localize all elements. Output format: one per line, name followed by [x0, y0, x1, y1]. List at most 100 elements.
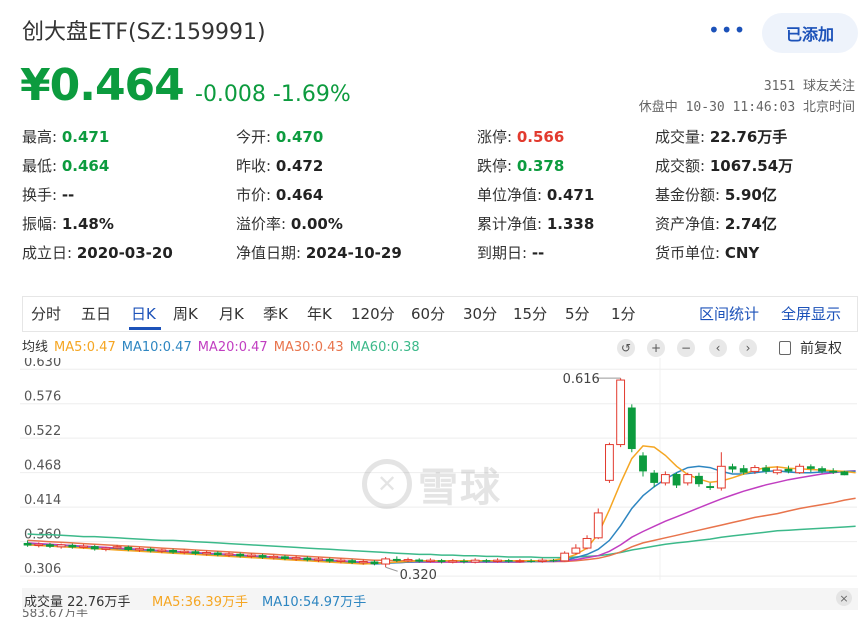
close-icon[interactable]: ×	[836, 590, 852, 606]
candle-body	[582, 537, 592, 549]
candle-body	[325, 558, 334, 562]
stat-value: 1.338	[546, 215, 595, 233]
tab-2[interactable]: 日K	[131, 303, 156, 324]
candle-body	[515, 560, 525, 563]
candle-body	[303, 557, 312, 561]
reset-icon[interactable]: ↺	[617, 339, 635, 357]
low-marker-line	[385, 566, 398, 572]
stat-item: 跌停: 0.378	[477, 155, 564, 176]
stat-value: --	[61, 186, 75, 204]
stat-value: 0.470	[275, 128, 324, 146]
more-options-icon[interactable]: •••	[708, 18, 746, 42]
tab-0[interactable]: 分时	[31, 303, 61, 324]
candle-body	[460, 560, 468, 563]
candle-body	[840, 471, 849, 476]
candle-body	[818, 468, 826, 472]
stock-title: 创大盘ETF(SZ:159991)	[22, 20, 266, 45]
range-stats-button[interactable]: 区间统计	[699, 303, 759, 324]
ma-legend-item: MA30:0.43	[273, 340, 344, 355]
candle-body	[46, 544, 54, 547]
candle-body	[68, 544, 77, 548]
tab-12[interactable]: 1分	[611, 303, 636, 324]
candle-body	[784, 468, 793, 472]
period-tabbar: 分时 五日 日K 周K 月K 季K 年K 120分 60分 30分 15分 5分 1分 区间统计 全屏显示	[22, 296, 858, 332]
ma-legend-item: 均线	[22, 340, 49, 355]
stat-value: 2024-10-29	[305, 244, 402, 262]
candle-body	[258, 555, 267, 558]
stat-item: 成立日: 2020-03-20	[22, 242, 173, 263]
stat-item: 最高: 0.471	[22, 126, 109, 147]
candle-body	[269, 555, 279, 559]
ma-legend-item: MA5:0.47	[54, 340, 116, 355]
stat-item: 成交量: 22.76万手	[655, 126, 787, 147]
tab-3[interactable]: 周K	[173, 303, 198, 324]
stat-label: 资产净值:	[655, 215, 725, 233]
stat-item: 溢价率: 0.00%	[236, 213, 343, 234]
candle-body	[537, 559, 547, 562]
added-button[interactable]: 已添加	[762, 13, 858, 53]
stat-value: 1.48%	[61, 215, 114, 233]
y-tick-label: 0.468	[24, 459, 61, 474]
tab-9[interactable]: 30分	[463, 303, 497, 324]
candle-body	[706, 486, 715, 489]
candle-body	[224, 553, 234, 556]
candle-body	[236, 553, 245, 557]
pan-left-icon[interactable]: ‹	[709, 339, 727, 357]
candle-body	[639, 455, 647, 472]
tab-5[interactable]: 季K	[263, 303, 288, 324]
adjust-label[interactable]: 前复权	[800, 338, 842, 358]
stat-label: 今开:	[236, 128, 276, 146]
candle-body	[762, 467, 770, 472]
stat-label: 成交量:	[655, 128, 710, 146]
ma-legend-item: MA60:0.38	[349, 340, 420, 355]
tab-10[interactable]: 15分	[513, 303, 547, 324]
candle-body	[829, 470, 838, 473]
stat-label: 成立日:	[22, 244, 77, 262]
stat-item: 单位净值: 0.471	[477, 184, 594, 205]
candle-body	[281, 556, 289, 559]
candle-body	[90, 546, 99, 550]
volume-max-label: 583.67万手	[22, 609, 88, 617]
candle-body	[179, 550, 189, 554]
adjust-checkbox[interactable]	[779, 341, 791, 355]
fullscreen-button[interactable]: 全屏显示	[781, 303, 841, 324]
change-value: -0.008	[195, 82, 266, 107]
volume-legend-item: MA5:36.39万手	[152, 595, 248, 610]
candle-body	[246, 554, 256, 557]
stat-value: 0.464	[61, 157, 110, 175]
candle-body	[504, 560, 513, 562]
stat-item: 涨停: 0.566	[477, 126, 564, 147]
tab-7[interactable]: 120分	[351, 303, 395, 324]
candle-body	[146, 548, 155, 552]
stat-value: 0.471	[61, 128, 110, 146]
followers-count[interactable]: 3151 球友关注	[764, 75, 855, 94]
pan-right-icon[interactable]: ›	[739, 339, 757, 357]
candle-body	[605, 444, 614, 481]
stat-value: 0.464	[275, 186, 324, 204]
tab-8[interactable]: 60分	[411, 303, 445, 324]
stat-item: 净值日期: 2024-10-29	[236, 242, 402, 263]
tab-4[interactable]: 月K	[219, 303, 244, 324]
y-tick-label: 0.306	[24, 562, 61, 577]
tab-11[interactable]: 5分	[565, 303, 590, 324]
tab-1[interactable]: 五日	[81, 303, 111, 324]
stat-label: 单位净值:	[477, 186, 547, 204]
stat-item: 今开: 0.470	[236, 126, 323, 147]
candle-body	[348, 560, 356, 563]
candle-body	[739, 468, 748, 473]
change-percent: -1.69%	[272, 82, 351, 107]
zoom-in-icon[interactable]: +	[647, 339, 665, 357]
watermark-logo-icon: ✕	[362, 459, 412, 509]
candle-body	[750, 467, 760, 472]
stat-label: 溢价率:	[236, 215, 291, 233]
zoom-out-icon[interactable]: −	[677, 339, 695, 357]
candle-body	[34, 543, 44, 547]
tab-6[interactable]: 年K	[307, 303, 332, 324]
stat-value: 2020-03-20	[76, 244, 173, 262]
stat-item: 昨收: 0.472	[236, 155, 323, 176]
stat-value: 0.00%	[290, 215, 343, 233]
market-status: 休盘中 10-30 11:46:03 北京时间	[638, 100, 855, 115]
candle-body	[135, 548, 144, 551]
stat-item: 资产净值: 2.74亿	[655, 213, 777, 234]
stat-value: 0.471	[546, 186, 595, 204]
